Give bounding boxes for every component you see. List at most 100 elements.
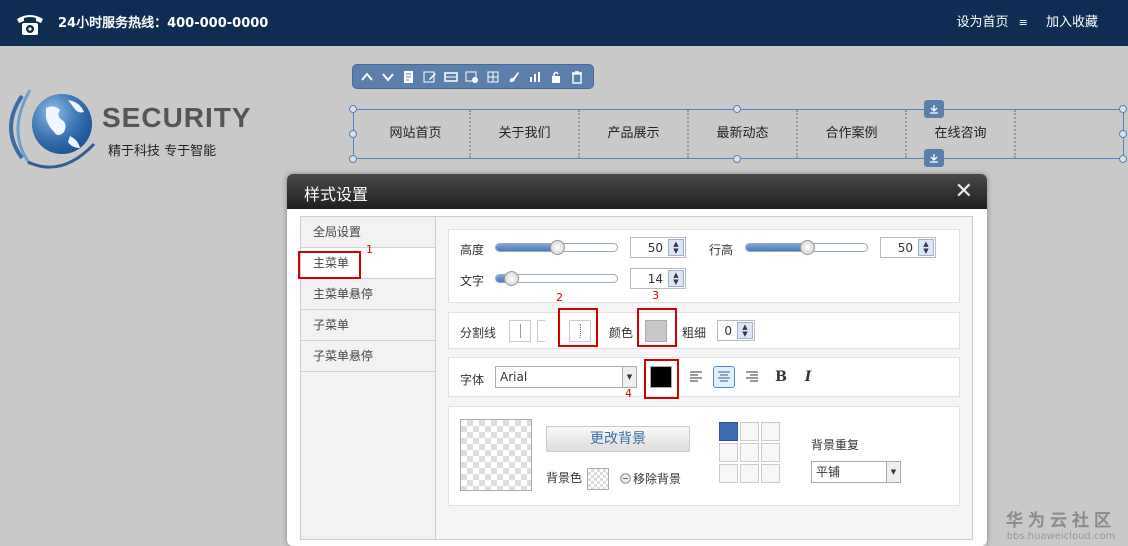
position-bottom-right[interactable] <box>761 464 780 483</box>
watermark: 华为云社区 bbs.huaweicloud.com <box>1006 506 1116 542</box>
service-hotline: 24小时服务热线：400-000-0000 <box>58 16 269 31</box>
main-nav: 网站首页 关于我们 产品展示 最新动态 合作案例 在线咨询 <box>362 110 1016 158</box>
align-center-icon[interactable] <box>713 366 735 388</box>
watermark-url: bbs.huaweicloud.com <box>1006 531 1116 542</box>
set-homepage-link[interactable]: 设为首页 <box>956 15 1008 30</box>
background-preview <box>460 419 532 491</box>
chevron-up-icon[interactable] <box>359 69 375 85</box>
logo-title: SECURITY <box>102 102 252 133</box>
bg-repeat-select[interactable]: 平铺 ▼ <box>811 461 901 483</box>
nav-item-cases[interactable]: 合作案例 <box>798 110 907 158</box>
change-background-button[interactable]: 更改背景 <box>546 426 690 452</box>
brush-icon[interactable] <box>506 69 522 85</box>
settings-icon[interactable] <box>464 69 480 85</box>
bold-button[interactable]: B <box>770 366 792 388</box>
font-family-value: Arial <box>500 370 528 384</box>
trash-icon[interactable] <box>569 69 585 85</box>
stepper-arrows-icon[interactable]: ▲ ▼ <box>737 322 753 339</box>
sidebar-item-main-menu-hover[interactable]: 主菜单悬停 <box>301 279 435 310</box>
position-top-left[interactable] <box>719 422 738 441</box>
slider-thumb[interactable] <box>550 240 565 255</box>
close-icon[interactable]: ✕ <box>955 179 973 204</box>
sidebar-item-submenu[interactable]: 子菜单 <box>301 310 435 341</box>
position-center[interactable] <box>740 443 759 462</box>
height-stepper[interactable]: 50 ▲ ▼ <box>630 237 686 258</box>
resize-handle[interactable] <box>349 155 357 163</box>
annotation-number: 4 <box>625 387 632 400</box>
nav-item-home[interactable]: 网站首页 <box>362 110 471 158</box>
minus-circle-icon <box>620 473 631 484</box>
logo-slogan: 精于科技 专于智能 <box>108 144 217 159</box>
text-size-stepper[interactable]: 14 ▲ ▼ <box>630 268 686 289</box>
chevron-down-icon[interactable]: ▼ <box>886 462 900 482</box>
divider-dashed-option[interactable] <box>537 320 545 342</box>
watermark-text: 华为云社区 <box>1006 511 1116 531</box>
nav-item-news[interactable]: 最新动态 <box>689 110 798 158</box>
move-down-icon[interactable] <box>924 149 944 167</box>
position-bottom-left[interactable] <box>719 464 738 483</box>
line-height-value: 50 <box>897 241 913 255</box>
position-middle-right[interactable] <box>761 443 780 462</box>
add-favorite-link[interactable]: 加入收藏 <box>1046 15 1098 30</box>
bg-repeat-label: 背景重复 <box>811 438 860 452</box>
text-size-label: 文字 <box>460 274 485 288</box>
remove-background-link[interactable]: 移除背景 <box>620 470 681 487</box>
resize-handle[interactable] <box>1119 155 1127 163</box>
line-height-label: 行高 <box>709 243 734 257</box>
stepper-arrows-icon[interactable]: ▲ ▼ <box>668 270 684 287</box>
text-size-slider[interactable] <box>495 271 618 286</box>
resize-handle[interactable] <box>1119 130 1127 138</box>
chevron-down-icon[interactable]: ▼ <box>622 367 636 387</box>
position-middle-left[interactable] <box>719 443 738 462</box>
resize-handle[interactable] <box>733 155 741 163</box>
site-logo[interactable]: SECURITY 精于科技 专于智能 <box>8 78 258 178</box>
menu-bar-icon[interactable] <box>443 69 459 85</box>
divider-label: 分割线 <box>460 326 497 340</box>
divider-solid-option[interactable] <box>509 320 531 342</box>
annotation-number: 2 <box>556 291 563 304</box>
thickness-stepper[interactable]: 0 ▲ ▼ <box>717 320 755 341</box>
sidebar-item-submenu-hover[interactable]: 子菜单悬停 <box>301 341 435 372</box>
position-bottom-center[interactable] <box>740 464 759 483</box>
text-size-value: 14 <box>647 272 663 286</box>
font-family-select[interactable]: Arial ▼ <box>495 366 637 388</box>
telephone-icon <box>17 15 43 35</box>
top-links: 设为首页 ≡ 加入收藏 <box>950 11 1098 30</box>
divider-color-label: 颜色 <box>609 326 634 340</box>
italic-button[interactable]: I <box>797 366 819 388</box>
lock-icon[interactable] <box>548 69 564 85</box>
slider-thumb[interactable] <box>504 271 519 286</box>
move-down-icon[interactable] <box>924 100 944 118</box>
resize-handle[interactable] <box>349 130 357 138</box>
highlight-box <box>298 251 361 279</box>
position-top-right[interactable] <box>761 422 780 441</box>
highlight-box <box>637 308 677 347</box>
stepper-arrows-icon[interactable]: ▲ ▼ <box>918 239 934 256</box>
thickness-value: 0 <box>724 324 732 338</box>
align-left-icon[interactable] <box>685 366 707 388</box>
chart-icon[interactable] <box>527 69 543 85</box>
line-height-slider[interactable] <box>745 240 868 255</box>
chevron-down-icon[interactable] <box>380 69 396 85</box>
resize-handle[interactable] <box>733 105 741 113</box>
annotation-number: 3 <box>652 289 659 302</box>
position-top-center[interactable] <box>740 422 759 441</box>
nav-item-about[interactable]: 关于我们 <box>471 110 580 158</box>
edit-toolbar <box>352 64 594 89</box>
grid-icon[interactable] <box>485 69 501 85</box>
align-right-icon[interactable] <box>741 366 763 388</box>
resize-handle[interactable] <box>349 105 357 113</box>
pencil-icon[interactable] <box>422 69 438 85</box>
bg-color-label: 背景色 <box>546 471 583 485</box>
page-edit-icon[interactable] <box>401 69 417 85</box>
stepper-arrows-icon[interactable]: ▲ ▼ <box>668 239 684 256</box>
bg-color-swatch[interactable] <box>587 468 609 490</box>
divider-section: 分割线 颜色 粗细 0 ▲ ▼ <box>448 312 960 349</box>
slider-thumb[interactable] <box>800 240 815 255</box>
dialog-title: 样式设置 <box>304 185 369 204</box>
resize-handle[interactable] <box>1119 105 1127 113</box>
height-label: 高度 <box>460 243 485 257</box>
line-height-stepper[interactable]: 50 ▲ ▼ <box>880 237 936 258</box>
height-slider[interactable] <box>495 240 618 255</box>
nav-item-products[interactable]: 产品展示 <box>580 110 689 158</box>
